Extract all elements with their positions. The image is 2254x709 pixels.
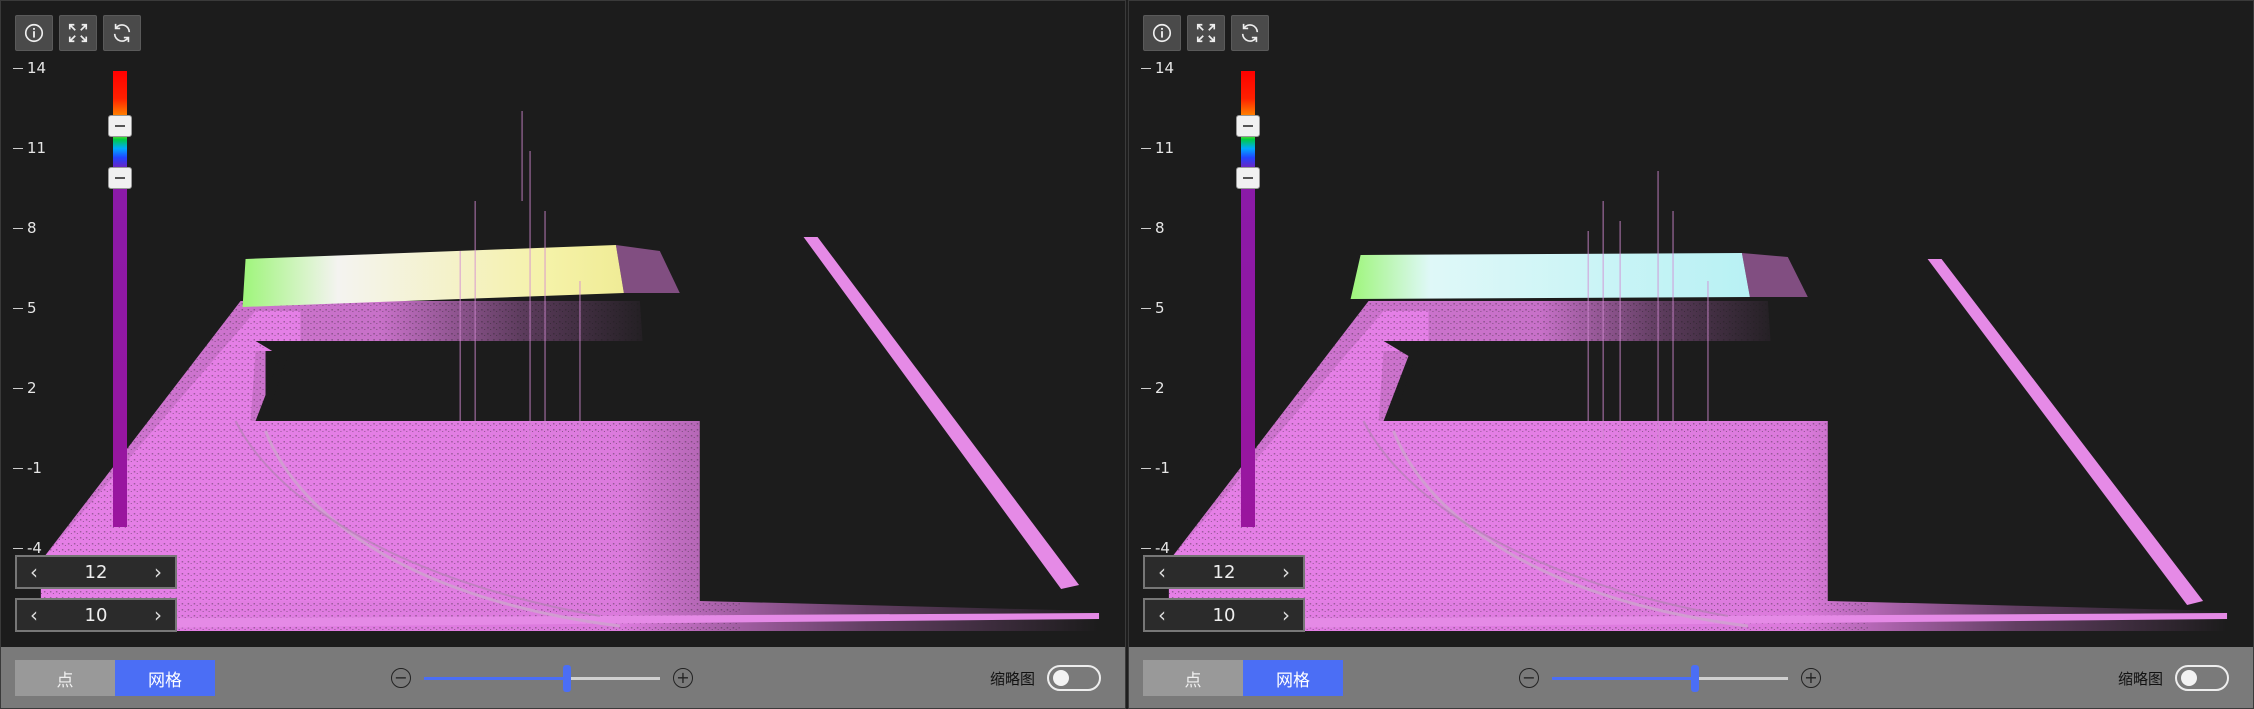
decrement-button[interactable]: ‹ <box>1145 600 1179 630</box>
zoom-slider[interactable] <box>424 664 660 692</box>
point-cloud-viewport[interactable] <box>1 1 1125 647</box>
elevation-color-range[interactable] <box>1236 71 1260 527</box>
refresh-icon <box>1241 23 1259 43</box>
axis-tick: -1 <box>13 459 42 477</box>
viewer-pane-right: 14 11 8 5 2 -1 -4 ‹ 12 › ‹ 10 › 点 网格 − + <box>1128 0 2254 709</box>
point-mode-button[interactable]: 点 <box>15 660 115 696</box>
zoom-in-button[interactable]: + <box>673 668 693 688</box>
increment-button[interactable]: › <box>1269 557 1303 587</box>
zoom-fill <box>424 676 564 680</box>
decrement-button[interactable]: ‹ <box>17 600 51 630</box>
elevation-axis: 14 11 8 5 2 -1 -4 <box>13 59 63 559</box>
stepper-value: 12 <box>1212 561 1236 583</box>
point-cloud-viewport[interactable] <box>1129 1 2253 647</box>
top-stepper: ‹ 12 › <box>15 555 177 589</box>
zoom-out-button[interactable]: − <box>1519 668 1539 688</box>
view-controls-bar: 点 网格 − + 缩略图 <box>1 647 1125 708</box>
fit-view-button[interactable] <box>1187 15 1225 51</box>
info-icon <box>1152 23 1172 43</box>
zoom-control: − + <box>1519 664 1829 692</box>
range-min-handle[interactable] <box>108 167 132 189</box>
expand-icon <box>1196 23 1216 43</box>
decrement-button[interactable]: ‹ <box>1145 557 1179 587</box>
expand-icon <box>68 23 88 43</box>
bottom-stepper: ‹ 10 › <box>15 598 177 632</box>
bottom-stepper: ‹ 10 › <box>1143 598 1305 632</box>
zoom-out-button[interactable]: − <box>391 668 411 688</box>
zoom-fill <box>1552 676 1692 680</box>
range-max-handle[interactable] <box>108 115 132 137</box>
info-button[interactable] <box>1143 15 1181 51</box>
top-stepper: ‹ 12 › <box>1143 555 1305 589</box>
elevation-color-range[interactable] <box>108 71 132 527</box>
zoom-control: − + <box>391 664 701 692</box>
reset-view-button[interactable] <box>103 15 141 51</box>
axis-tick: 5 <box>1141 299 1165 317</box>
axis-tick: 11 <box>1141 139 1174 157</box>
viewer-pane-left: 14 11 8 5 2 -1 -4 ‹ 12 › ‹ 10 › 点 网格 − + <box>0 0 1126 709</box>
viewer-toolbar <box>15 15 141 51</box>
point-cloud-render[interactable] <box>1 1 1125 647</box>
zoom-slider[interactable] <box>1552 664 1788 692</box>
elevation-axis: 14 11 8 5 2 -1 -4 <box>1141 59 1191 559</box>
mesh-mode-button[interactable]: 网格 <box>1243 660 1343 696</box>
reset-view-button[interactable] <box>1231 15 1269 51</box>
increment-button[interactable]: › <box>1269 600 1303 630</box>
axis-tick: 5 <box>13 299 37 317</box>
zoom-in-button[interactable]: + <box>1801 668 1821 688</box>
range-min-handle[interactable] <box>1236 167 1260 189</box>
range-max-handle[interactable] <box>1236 115 1260 137</box>
axis-tick: 14 <box>1141 59 1174 77</box>
axis-tick: 2 <box>1141 379 1165 397</box>
axis-tick: -1 <box>1141 459 1170 477</box>
axis-tick: 8 <box>1141 219 1165 237</box>
axis-tick: 8 <box>13 219 37 237</box>
increment-button[interactable]: › <box>141 557 175 587</box>
decrement-button[interactable]: ‹ <box>17 557 51 587</box>
axis-tick: 2 <box>13 379 37 397</box>
thumbnail-control: 缩略图 <box>990 665 1101 691</box>
thumbnail-label: 缩略图 <box>989 669 1035 688</box>
thumbnail-label: 缩略图 <box>2117 669 2163 688</box>
render-mode-toggle: 点 网格 <box>1143 660 1343 696</box>
stepper-value: 12 <box>84 561 108 583</box>
info-button[interactable] <box>15 15 53 51</box>
zoom-knob[interactable] <box>563 664 571 692</box>
viewer-toolbar <box>1143 15 1269 51</box>
fit-view-button[interactable] <box>59 15 97 51</box>
point-mode-button[interactable]: 点 <box>1143 660 1243 696</box>
axis-tick: 14 <box>13 59 46 77</box>
zoom-knob[interactable] <box>1691 664 1699 692</box>
stepper-value: 10 <box>84 604 108 626</box>
thumbnail-toggle[interactable] <box>2175 665 2229 691</box>
increment-button[interactable]: › <box>141 600 175 630</box>
render-mode-toggle: 点 网格 <box>15 660 215 696</box>
thumbnail-toggle[interactable] <box>1047 665 1101 691</box>
mesh-mode-button[interactable]: 网格 <box>115 660 215 696</box>
view-controls-bar: 点 网格 − + 缩略图 <box>1129 647 2253 708</box>
info-icon <box>24 23 44 43</box>
refresh-icon <box>113 23 131 43</box>
thumbnail-control: 缩略图 <box>2118 665 2229 691</box>
point-cloud-render[interactable] <box>1129 1 2253 647</box>
axis-tick: 11 <box>13 139 46 157</box>
stepper-value: 10 <box>1212 604 1236 626</box>
